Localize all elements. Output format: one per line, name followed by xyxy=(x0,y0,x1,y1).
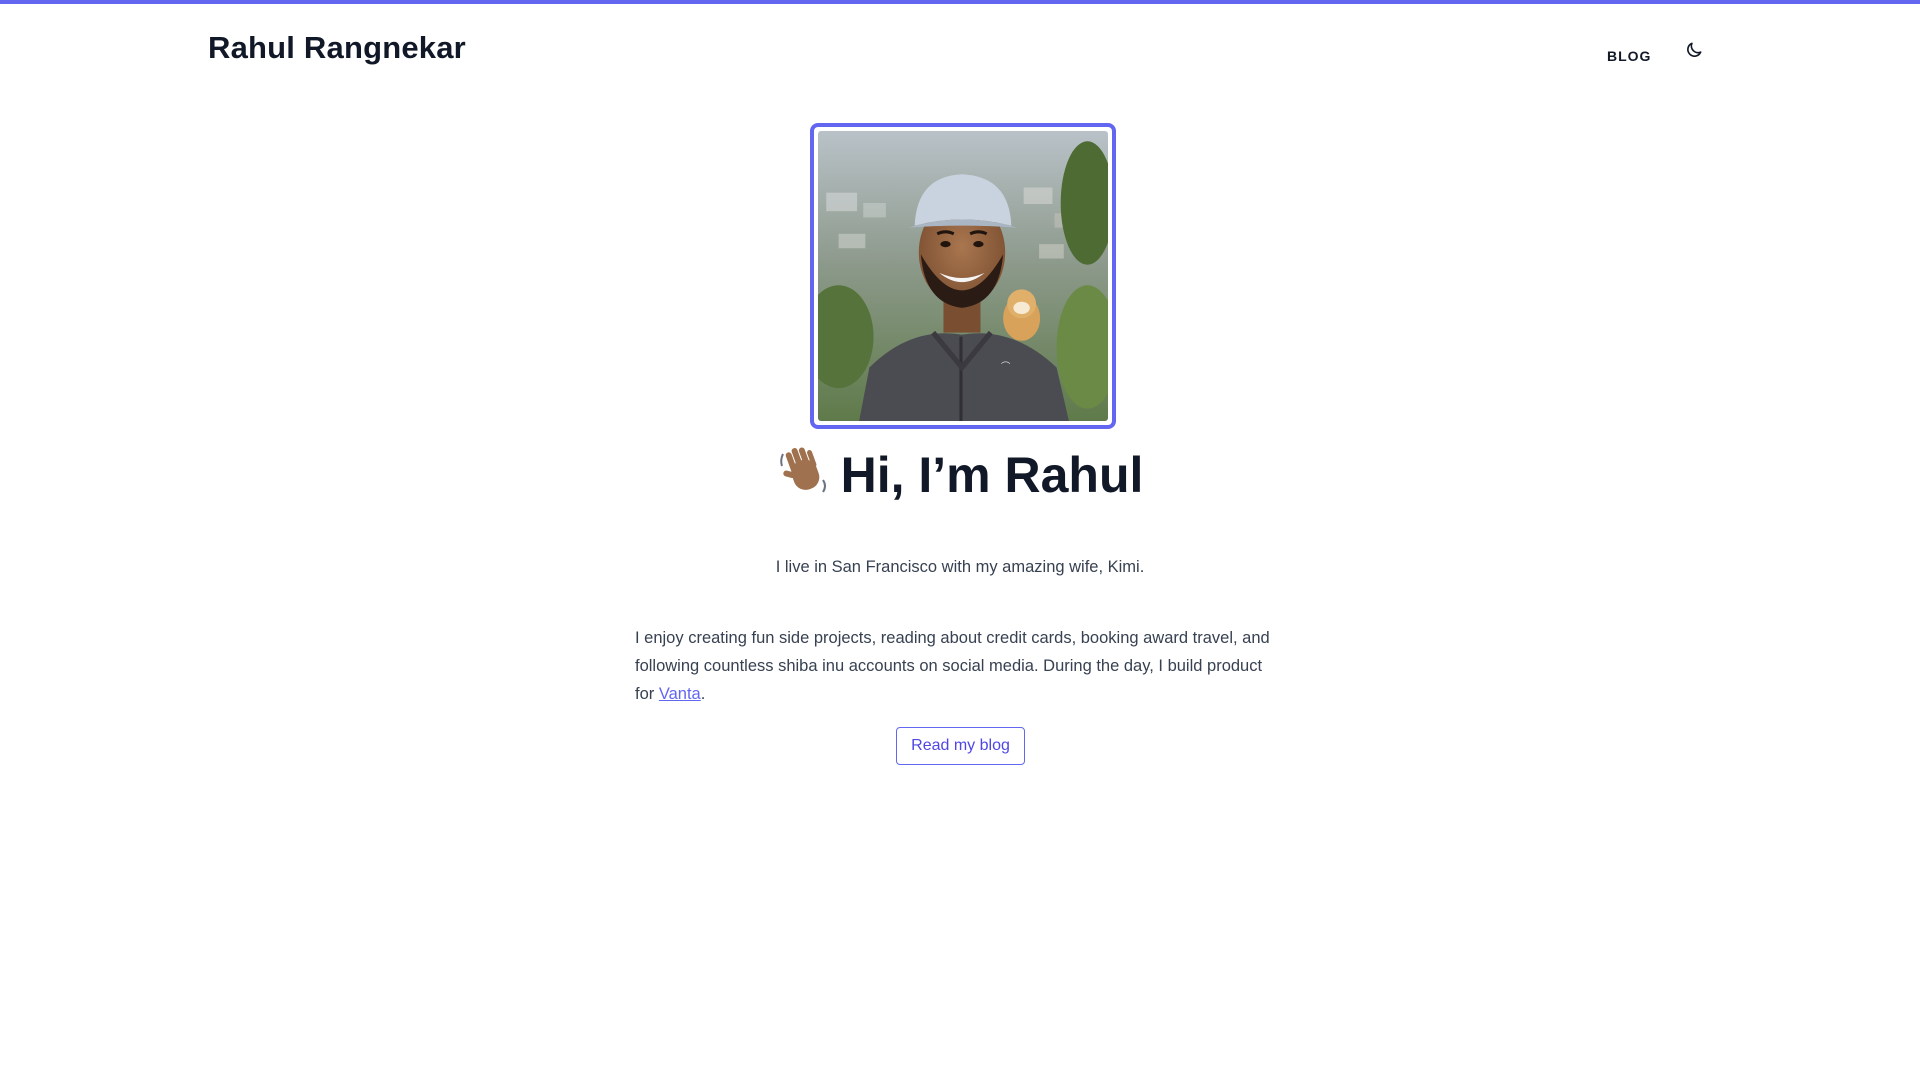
intro-text: I live in San Francisco with my amazing … xyxy=(775,558,1145,576)
greeting-text: Hi, I’m Rahul xyxy=(840,447,1144,503)
theme-toggle-button[interactable] xyxy=(1684,38,1708,62)
site-header: Rahul Rangnekar BLOG xyxy=(0,4,1920,94)
moon-icon xyxy=(1687,42,1702,57)
bio-suffix: . xyxy=(700,685,706,703)
svg-text:⌒: ⌒ xyxy=(1001,362,1011,373)
vanta-link[interactable]: Vanta xyxy=(659,685,701,703)
bio-paragraph: I enjoy creating fun side projects, read… xyxy=(635,624,1275,708)
site-title-link[interactable]: Rahul Rangnekar xyxy=(208,30,466,66)
avatar-frame: ⌒ xyxy=(810,123,1116,429)
waving-hand-icon xyxy=(777,444,831,511)
read-blog-button[interactable]: Read my blog xyxy=(896,727,1025,765)
bio-text: I enjoy creating fun side projects, read… xyxy=(635,629,1270,703)
avatar: ⌒ xyxy=(818,131,1108,421)
greeting-heading: Hi, I’m Rahul xyxy=(0,444,1920,511)
nav-blog-link[interactable]: BLOG xyxy=(1607,48,1651,64)
